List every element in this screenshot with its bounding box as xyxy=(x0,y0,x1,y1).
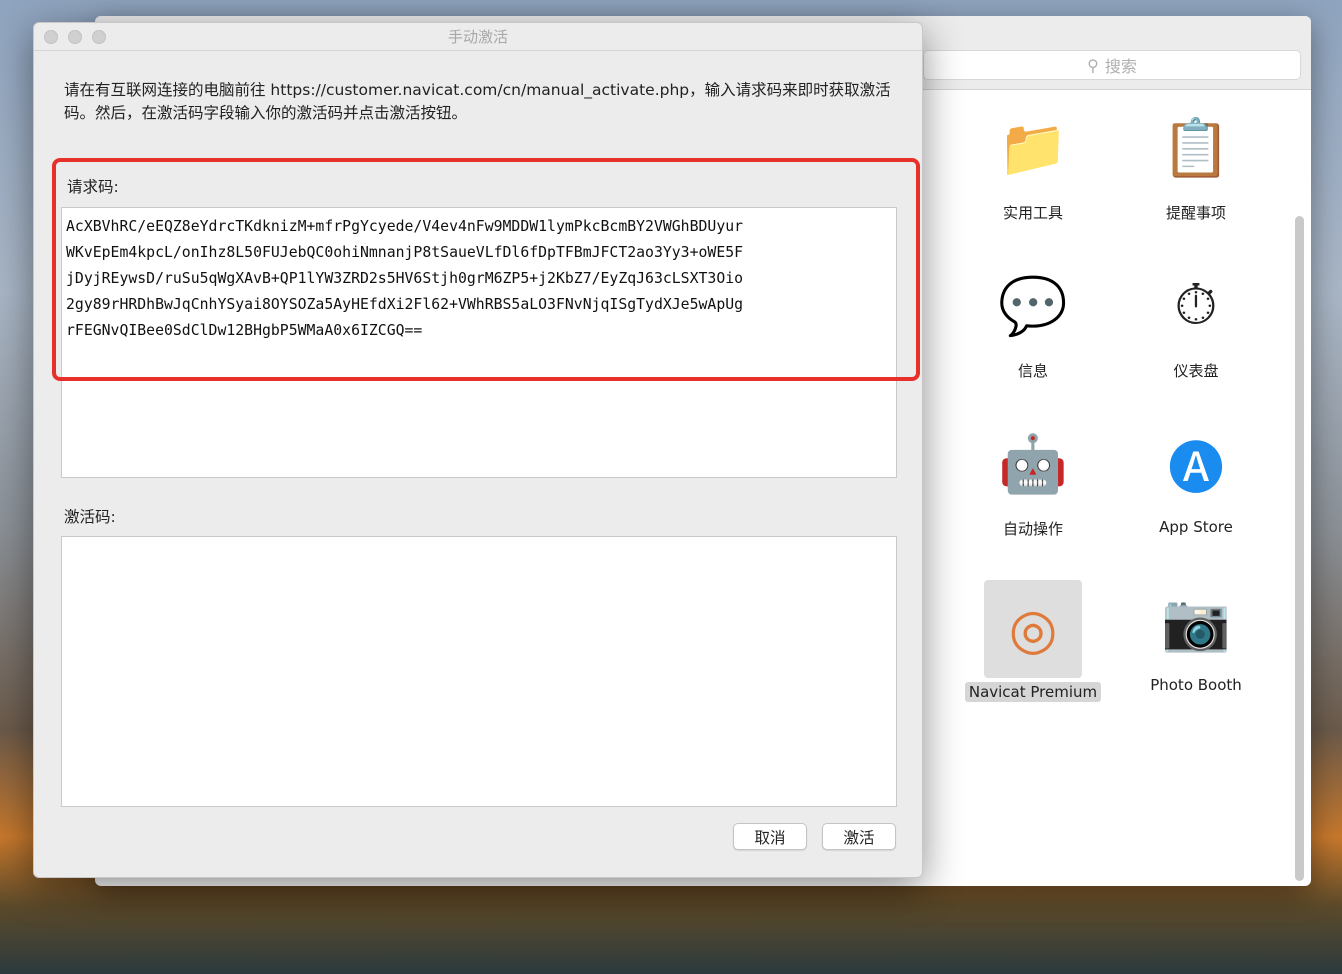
instructions-text: 请在有互联网连接的电脑前往 https://customer.navicat.c… xyxy=(64,81,891,122)
app-label: 信息 xyxy=(1017,362,1048,380)
app-label: Navicat Premium xyxy=(964,682,1102,702)
activation-code-field[interactable] xyxy=(61,536,897,807)
dashboard-icon: ⏱ xyxy=(1174,273,1218,338)
automator-icon: 🤖 xyxy=(998,432,1068,497)
cancel-button[interactable]: 取消 xyxy=(733,823,807,850)
app-store-icon: 🅐 xyxy=(1168,436,1224,502)
app-label: App Store xyxy=(1159,518,1233,536)
close-button[interactable] xyxy=(44,30,58,44)
app-item[interactable]: ◎ Navicat Premium xyxy=(958,580,1108,702)
scrollbar[interactable] xyxy=(1295,216,1304,881)
app-item[interactable]: 📋 提醒事项 xyxy=(1121,106,1271,223)
search-field[interactable]: ⚲ 搜索 xyxy=(923,50,1301,80)
zoom-button[interactable] xyxy=(92,30,106,44)
activation-code-label: 激活码: xyxy=(64,508,116,526)
messages-icon: 💬 xyxy=(998,274,1068,339)
navicat-icon: ◎ xyxy=(984,580,1082,678)
app-item[interactable]: 🤖 自动操作 xyxy=(958,422,1108,539)
minimize-button[interactable] xyxy=(68,30,82,44)
app-item[interactable]: 📷 Photo Booth xyxy=(1121,580,1271,694)
app-label: Photo Booth xyxy=(1150,676,1242,694)
app-label: 实用工具 xyxy=(1002,204,1063,222)
utilities-folder-icon: 📁 xyxy=(998,116,1068,181)
search-icon: ⚲ xyxy=(1087,55,1099,75)
manual-activation-dialog: 手动激活 请在有互联网连接的电脑前往 https://customer.navi… xyxy=(33,22,923,878)
activate-button[interactable]: 激活 xyxy=(822,823,896,850)
reminders-icon: 📋 xyxy=(1161,116,1231,181)
app-label: 提醒事项 xyxy=(1165,204,1226,222)
highlight-annotation xyxy=(52,158,920,381)
app-item[interactable]: 🅐 App Store xyxy=(1121,422,1271,537)
app-item[interactable]: ⏱ 仪表盘 xyxy=(1121,264,1271,381)
dialog-title: 手动激活 xyxy=(447,28,508,46)
app-item[interactable]: 📁 实用工具 xyxy=(958,106,1108,223)
app-label: 仪表盘 xyxy=(1173,362,1219,380)
photo-booth-icon: 📷 xyxy=(1161,590,1231,655)
title-bar: 手动激活 xyxy=(34,23,922,51)
app-label: 自动操作 xyxy=(1002,520,1063,538)
app-item[interactable]: 💬 信息 xyxy=(958,264,1108,381)
